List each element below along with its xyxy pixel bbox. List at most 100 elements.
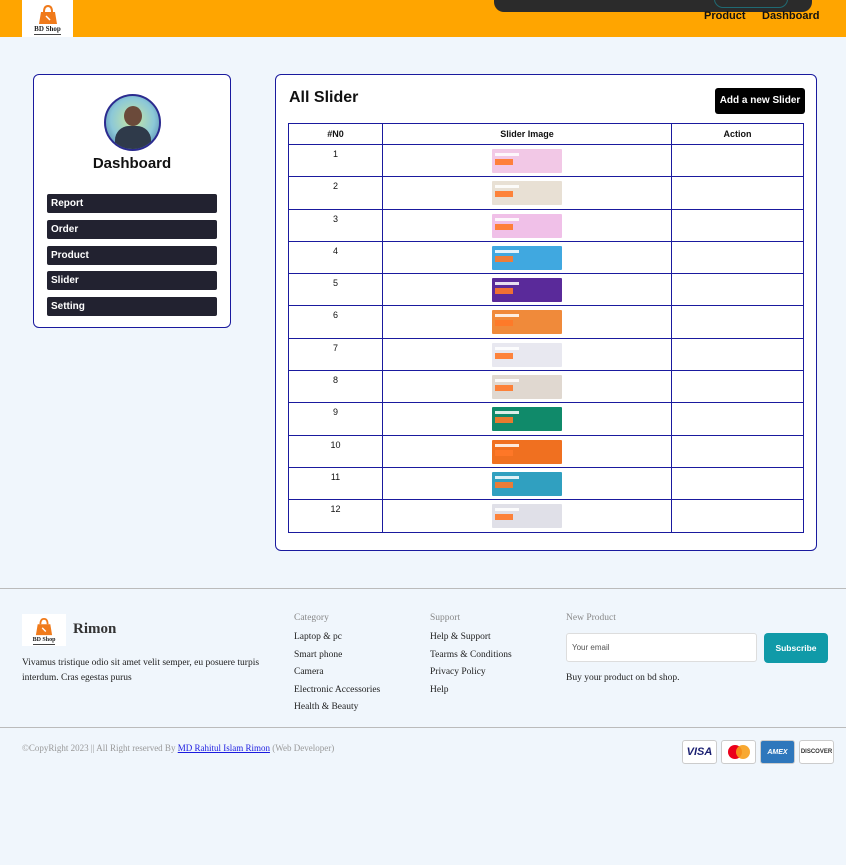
- slider-thumbnail[interactable]: [492, 149, 562, 173]
- table-header-row: #N0 Slider Image Action: [288, 123, 804, 145]
- row-number: 3: [288, 208, 383, 242]
- slider-thumbnail[interactable]: [492, 439, 562, 464]
- action-cell: [671, 337, 804, 372]
- top-bar: BD Shop Product Dashboard: [0, 0, 846, 37]
- table-row: 8: [288, 370, 804, 404]
- slider-image-cell: [382, 273, 672, 307]
- row-number: 9: [288, 402, 383, 436]
- nav-product[interactable]: Product: [704, 10, 746, 22]
- sidebar-title: Dashboard: [92, 155, 172, 172]
- footer-link[interactable]: Camera: [294, 664, 380, 682]
- row-number: 12: [288, 499, 383, 533]
- slider-thumbnail[interactable]: [492, 278, 562, 303]
- table-row: 10: [288, 434, 804, 468]
- sidebar-item-slider[interactable]: Slider: [47, 271, 217, 291]
- footer-description: Vivamus tristique odio sit amet velit se…: [22, 658, 260, 683]
- table-row: 9: [288, 402, 804, 436]
- search-button[interactable]: [714, 0, 788, 8]
- sidebar-item-order[interactable]: Order: [47, 219, 217, 239]
- action-cell: [671, 434, 804, 468]
- slider-thumbnail[interactable]: [492, 407, 562, 432]
- action-cell: [671, 499, 804, 533]
- column-header-action: Action: [671, 123, 804, 145]
- slider-thumbnail[interactable]: [492, 213, 562, 238]
- logo[interactable]: BD Shop: [22, 0, 73, 37]
- table-row: 1: [288, 143, 804, 178]
- footer-logo-text: BD Shop: [32, 637, 56, 645]
- slider-image-cell: [382, 240, 672, 275]
- table-row: 4: [288, 240, 804, 275]
- avatar-head: [124, 106, 142, 126]
- slider-image-cell: [382, 434, 672, 468]
- amex-card-icon: AMEX: [760, 740, 795, 764]
- shopping-bag-icon: [38, 5, 57, 24]
- author-link[interactable]: MD Rahitul Islam Rimon: [178, 743, 270, 753]
- page-title: All Slider: [289, 89, 359, 106]
- slider-thumbnail[interactable]: [492, 342, 562, 367]
- mastercard-circles: [727, 745, 750, 759]
- action-cell: [671, 240, 804, 275]
- table-row: 5: [288, 273, 804, 307]
- sidebar-item-setting[interactable]: Setting: [47, 297, 217, 317]
- footer-support-title: Support: [430, 613, 461, 623]
- add-slider-button[interactable]: Add a new Slider: [715, 88, 805, 114]
- footer-logo[interactable]: BD Shop: [22, 614, 66, 646]
- footer-link[interactable]: Help: [430, 682, 512, 700]
- column-header-no: #N0: [288, 123, 383, 145]
- table-row: 2: [288, 176, 804, 210]
- slider-thumbnail[interactable]: [492, 310, 562, 335]
- action-cell: [671, 305, 804, 339]
- subscribe-button[interactable]: Subscribe: [764, 633, 828, 663]
- footer-link[interactable]: Electronic Accessories: [294, 682, 380, 700]
- sidebar-item-product[interactable]: Product: [47, 245, 217, 265]
- column-header-image: Slider Image: [382, 123, 672, 145]
- footer-brand-name: Rimon: [73, 621, 117, 637]
- avatar-body: [115, 126, 151, 149]
- row-number: 1: [288, 143, 383, 178]
- nav-dashboard[interactable]: Dashboard: [762, 10, 819, 22]
- logo-text: BD Shop: [34, 25, 61, 35]
- slider-image-cell: [382, 337, 672, 372]
- slider-image-cell: [382, 208, 672, 242]
- table-row: 3: [288, 208, 804, 242]
- footer-link[interactable]: Help & Support: [430, 629, 512, 647]
- amex-label: AMEX: [767, 748, 788, 756]
- visa-card-icon: VISA: [682, 740, 717, 764]
- table-row: 6: [288, 305, 804, 339]
- slider-thumbnail[interactable]: [492, 375, 562, 400]
- footer-link[interactable]: Tearms & Conditions: [430, 647, 512, 665]
- action-cell: [671, 208, 804, 242]
- table-row: 12: [288, 499, 804, 533]
- avatar: [104, 94, 161, 151]
- footer-category-column: Category Laptop & pc Smart phone Camera …: [294, 613, 380, 717]
- footer-link[interactable]: Smart phone: [294, 647, 380, 665]
- row-number: 5: [288, 273, 383, 307]
- slider-table: #N0 Slider Image Action 1 2 3 4 5 6 7 8 9 10 11 12: [288, 123, 804, 533]
- action-cell: [671, 370, 804, 404]
- slider-thumbnail[interactable]: [492, 471, 562, 496]
- footer-divider: [0, 588, 846, 589]
- row-number: 2: [288, 176, 383, 210]
- row-number: 11: [288, 466, 383, 501]
- slider-thumbnail[interactable]: [492, 181, 562, 206]
- footer-newproduct-column: New Product: [566, 613, 616, 629]
- footer-link[interactable]: Laptop & pc: [294, 629, 380, 647]
- slider-thumbnail[interactable]: [492, 245, 562, 270]
- mastercard-icon: [721, 740, 756, 764]
- row-number: 4: [288, 240, 383, 275]
- row-number: 6: [288, 305, 383, 339]
- payment-methods: VISA AMEX DISCOVER: [682, 740, 834, 764]
- visa-label: VISA: [686, 746, 713, 758]
- copyright: ©CopyRight 2023 || All Right reserved By…: [22, 743, 334, 753]
- sidebar-menu: Report Order Product Slider Setting: [47, 194, 217, 323]
- row-number: 10: [288, 434, 383, 468]
- shopping-bag-icon: [35, 618, 53, 636]
- slider-image-cell: [382, 176, 672, 210]
- slider-thumbnail[interactable]: [492, 504, 562, 529]
- sidebar-item-report[interactable]: Report: [47, 194, 217, 213]
- email-field[interactable]: [566, 633, 757, 662]
- action-cell: [671, 466, 804, 501]
- main-card: All Slider Add a new Slider #N0 Slider I…: [275, 74, 817, 551]
- footer-link[interactable]: Privacy Policy: [430, 664, 512, 682]
- footer-link[interactable]: Health & Beauty: [294, 699, 380, 717]
